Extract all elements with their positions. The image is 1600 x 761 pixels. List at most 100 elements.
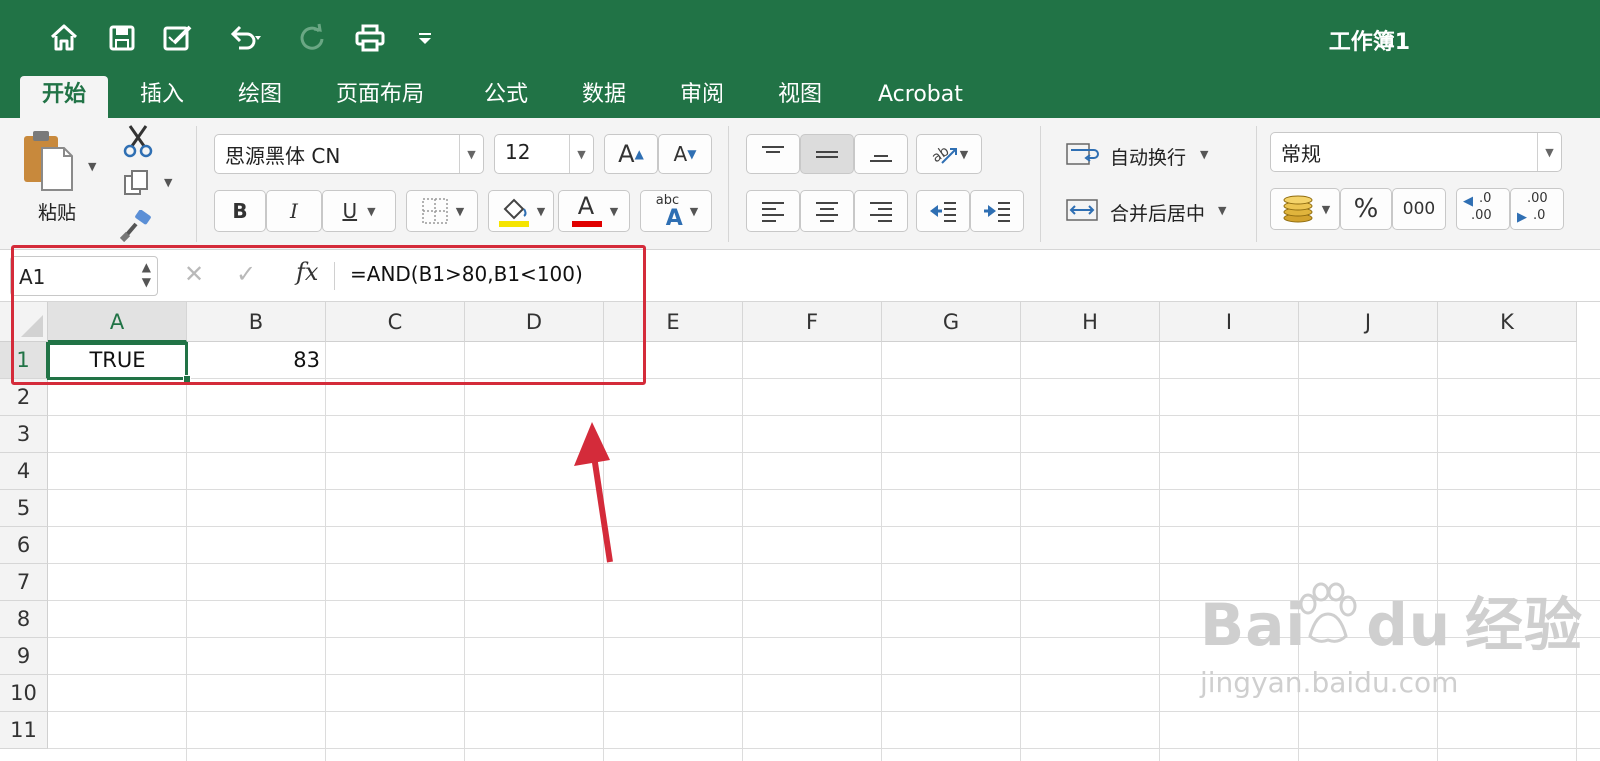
increase-decimal-button[interactable]: ◀ .0 .00: [1456, 188, 1510, 230]
decimal-top-label: .0: [1479, 191, 1492, 206]
italic-button[interactable]: I: [266, 190, 322, 232]
undo-icon[interactable]: [216, 20, 272, 56]
font-color-swatch: [571, 221, 602, 227]
align-center-button[interactable]: [800, 190, 854, 232]
increase-font-glyph: A: [618, 140, 635, 168]
column-gridline: [464, 342, 465, 761]
row-header-5[interactable]: 5: [0, 490, 48, 527]
font-name-combo[interactable]: 思源黑体 CN ▼: [214, 134, 484, 174]
document-title: 工作簿1: [1328, 30, 1410, 55]
chevron-down-icon[interactable]: ▼: [610, 205, 618, 218]
align-top-button[interactable]: [746, 134, 800, 174]
format-painter-icon[interactable]: [119, 209, 154, 246]
align-right-button[interactable]: [854, 190, 908, 232]
increase-indent-button[interactable]: [970, 190, 1024, 232]
accounting-format-button[interactable]: ▼: [1270, 188, 1340, 230]
baidu-watermark: Bai du 经验 jingyan.baidu.com: [1200, 578, 1583, 699]
row-header-3[interactable]: 3: [0, 416, 48, 453]
row-header-8[interactable]: 8: [0, 601, 48, 638]
font-color-glyph: A: [577, 192, 595, 220]
home-icon[interactable]: [44, 20, 84, 56]
ribbon-separator: [196, 126, 197, 242]
bold-button[interactable]: B: [214, 190, 266, 232]
borders-icon: [422, 198, 448, 224]
tab-data[interactable]: 数据: [560, 76, 648, 118]
cut-icon[interactable]: [122, 124, 154, 162]
redo-icon[interactable]: [292, 20, 332, 56]
left-arrow-icon: ◀: [1463, 194, 1473, 209]
chevron-down-icon[interactable]: ▼: [537, 205, 545, 218]
decrease-decimal-button[interactable]: .00 ▶ .0: [1510, 188, 1564, 230]
paste-dropdown-icon[interactable]: ▼: [88, 160, 96, 173]
merge-center-button[interactable]: 合并后居中 ▼: [1066, 196, 1246, 226]
column-header-j[interactable]: J: [1299, 302, 1438, 342]
merge-center-icon: [1066, 199, 1098, 221]
column-header-k[interactable]: K: [1438, 302, 1577, 342]
decimal-top-label: .00: [1527, 191, 1548, 206]
phonetic-big-glyph: A: [665, 206, 683, 231]
tab-acrobat[interactable]: Acrobat: [856, 76, 985, 118]
wrap-text-icon: [1066, 143, 1099, 165]
row-header-4[interactable]: 4: [0, 453, 48, 490]
tab-review[interactable]: 审阅: [658, 76, 746, 118]
row-gridline: [48, 415, 1600, 416]
decimal-bottom-label: .0: [1533, 208, 1546, 223]
chevron-down-icon[interactable]: ▼: [690, 205, 698, 218]
row-gridline: [48, 526, 1600, 527]
chevron-down-icon[interactable]: ▼: [569, 135, 593, 173]
copy-dropdown-icon[interactable]: ▼: [164, 176, 172, 189]
chevron-down-icon[interactable]: ▼: [367, 205, 375, 218]
tab-view[interactable]: 视图: [756, 76, 844, 118]
tab-insert[interactable]: 插入: [118, 76, 206, 118]
save-icon[interactable]: [102, 20, 142, 56]
right-arrow-icon: ▶: [1517, 210, 1527, 225]
chevron-down-icon[interactable]: ▼: [456, 205, 464, 218]
decrease-indent-button[interactable]: [916, 190, 970, 232]
font-color-button[interactable]: A ▼: [558, 190, 630, 232]
number-format-combo[interactable]: 常规 ▼: [1270, 132, 1562, 172]
row-header-9[interactable]: 9: [0, 638, 48, 675]
align-bottom-button[interactable]: [854, 134, 908, 174]
tab-page-layout[interactable]: 页面布局: [314, 76, 446, 118]
paste-button[interactable]: ▼: [20, 128, 100, 198]
align-middle-button[interactable]: [800, 134, 854, 174]
chevron-down-icon[interactable]: ▼: [1200, 148, 1208, 161]
row-header-7[interactable]: 7: [0, 564, 48, 601]
up-arrow-icon: ▲: [634, 147, 644, 161]
ribbon-tabs: 开始 插入 绘图 页面布局 公式 数据 审阅 视图 Acrobat: [0, 76, 1600, 118]
borders-button[interactable]: ▼: [406, 190, 478, 232]
chevron-down-icon[interactable]: ▼: [1218, 204, 1226, 217]
decrease-font-button[interactable]: A ▼: [658, 134, 712, 174]
fill-color-button[interactable]: ▼: [488, 190, 554, 232]
chevron-down-icon[interactable]: ▼: [960, 148, 968, 161]
customize-icon[interactable]: [410, 20, 440, 56]
print-icon[interactable]: [350, 20, 390, 56]
increase-decimal-icon: ◀ .0 .00: [1463, 191, 1503, 227]
percent-button[interactable]: %: [1340, 188, 1392, 230]
font-size-combo[interactable]: 12 ▼: [494, 134, 594, 174]
chevron-down-icon[interactable]: ▼: [1322, 203, 1330, 216]
column-header-g[interactable]: G: [882, 302, 1021, 342]
highlight-annotation: [11, 245, 646, 385]
align-left-icon: [762, 202, 784, 222]
orientation-button[interactable]: ab ▼: [916, 134, 982, 174]
row-header-10[interactable]: 10: [0, 675, 48, 712]
chevron-down-icon[interactable]: ▼: [459, 135, 483, 173]
wrap-text-button[interactable]: 自动换行 ▼: [1066, 140, 1246, 170]
chevron-down-icon[interactable]: ▼: [1537, 133, 1561, 171]
copy-icon[interactable]: ▼: [122, 168, 172, 202]
increase-font-button[interactable]: A ▲: [604, 134, 658, 174]
comma-style-button[interactable]: 000: [1392, 188, 1446, 230]
tab-home[interactable]: 开始: [20, 76, 109, 118]
underline-button[interactable]: U ▼: [322, 190, 396, 232]
column-header-h[interactable]: H: [1021, 302, 1160, 342]
column-header-i[interactable]: I: [1160, 302, 1299, 342]
tab-formulas[interactable]: 公式: [462, 76, 550, 118]
row-header-11[interactable]: 11: [0, 712, 48, 749]
row-header-6[interactable]: 6: [0, 527, 48, 564]
tab-draw[interactable]: 绘图: [216, 76, 304, 118]
column-header-f[interactable]: F: [743, 302, 882, 342]
phonetic-button[interactable]: abc A ▼: [640, 190, 712, 232]
edit-icon[interactable]: [158, 20, 198, 56]
align-left-button[interactable]: [746, 190, 800, 232]
